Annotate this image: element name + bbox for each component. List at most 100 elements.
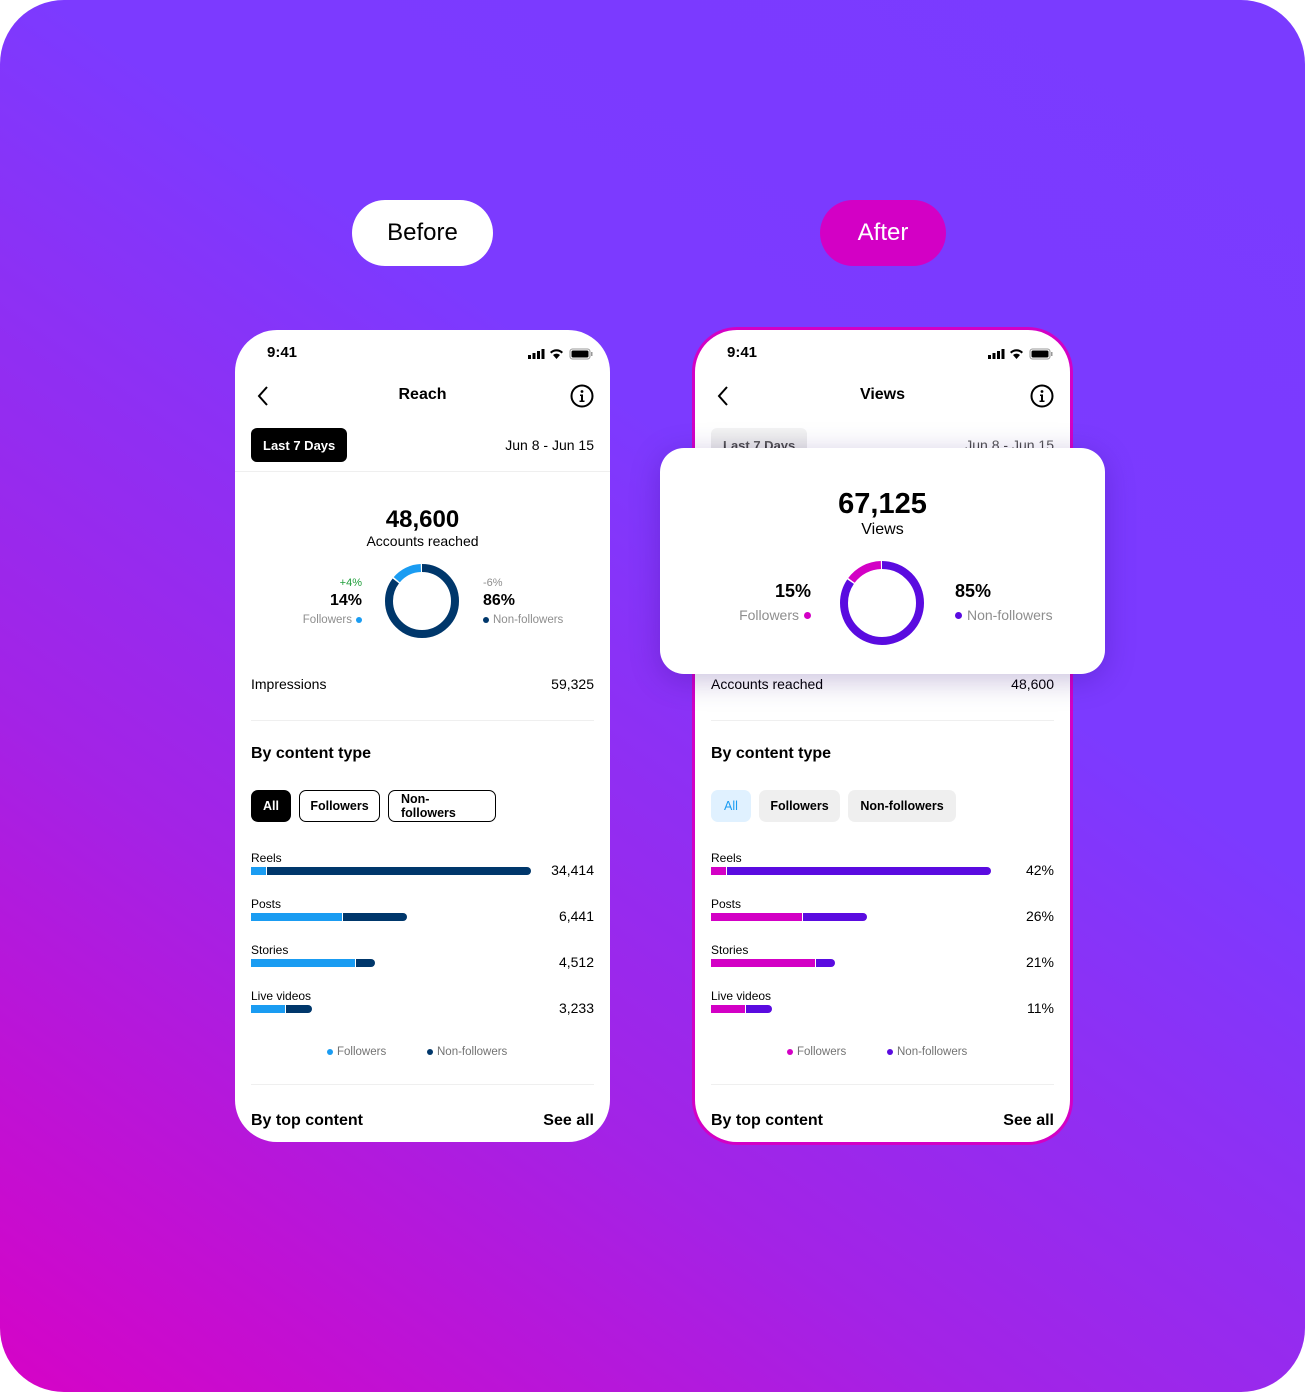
followers-dot [804,611,811,619]
info-icon[interactable] [570,384,594,413]
date-range-chip[interactable]: Last 7 Days [251,428,348,462]
stat-label: Impressions [251,676,327,692]
followers-label: Followers [739,607,799,623]
filter-tab-all[interactable]: All [711,790,751,822]
divider [711,1084,1054,1085]
legend-followers: Followers [327,1046,386,1058]
content-type-bar [251,1005,313,1013]
filter-tab-followers[interactable]: Followers [759,790,840,822]
content-type-label: Live videos [711,989,772,1003]
bar-segment-nonfollowers [816,959,836,967]
views-donut-chart [836,557,928,654]
content-type-bar [711,913,867,921]
content-type-bar [711,1005,773,1013]
legend-dot-nonfollowers [427,1049,433,1055]
nonfollowers-legend: Non-followers [483,614,563,626]
views-total: 67,125 [838,488,927,520]
nonfollowers-dot [483,617,489,623]
content-type-label: Reels [711,851,742,865]
legend-nonfollowers: Non-followers [887,1046,967,1058]
filter-tab-all[interactable]: All [251,790,291,822]
content-type-label: Reels [251,851,282,865]
bar-segment-nonfollowers [745,1005,773,1013]
followers-pct: 15% [774,581,811,601]
bar-segment-followers [711,913,804,921]
legend-dot-followers [787,1049,793,1055]
content-type-label: Posts [711,897,742,911]
legend-dot-followers [327,1049,333,1055]
stat-row: Accounts reached 48,600 [711,676,1054,692]
nonfollowers-pct: 86% [483,592,516,609]
legend-label: Non-followers [437,1046,508,1058]
filter-tab-followers[interactable]: Followers [299,790,380,822]
see-all-link[interactable]: See all [543,1112,594,1130]
bar-segment-nonfollowers [803,913,867,921]
content-type-bar [711,959,836,967]
divider [711,720,1054,721]
followers-change: +4% [339,577,362,589]
content-type-value: 11% [1027,1000,1054,1016]
content-type-value: 42% [1025,862,1054,878]
content-type-value: 26% [1025,908,1054,924]
followers-legend: Followers [303,614,362,626]
content-type-label: Live videos [251,989,312,1003]
followers-label: Followers [302,614,352,626]
filter-tab-non-followers[interactable]: Non-followers [848,790,956,822]
before-label: Before [352,200,493,266]
section-title: By content type [711,745,832,762]
nonfollowers-dot [955,611,962,619]
status-icons [528,347,594,365]
divider [251,1084,594,1085]
nonfollowers-change: -6% [483,577,503,589]
total-label: Accounts reached [366,533,479,549]
stat-row: Impressions 59,325 [251,676,594,692]
footer-title: By top content [711,1112,823,1129]
content-type-label: Stories [711,943,749,957]
legend-nonfollowers: Non-followers [427,1046,507,1058]
bar-segment-nonfollowers [343,913,407,921]
legend-label: Followers [337,1046,387,1058]
followers-pct: 14% [329,592,362,609]
info-icon[interactable] [1030,384,1054,413]
status-time: 9:41 [267,344,298,361]
followers-legend: Followers [739,607,811,623]
after-label: After [820,200,946,266]
status-icons [988,347,1054,365]
content-type-label: Stories [251,943,289,957]
bar-segment-followers [251,959,357,967]
content-type-value: 34,414 [551,862,594,878]
reach-donut-chart [381,560,463,647]
legend-label: Followers [797,1046,847,1058]
section-title: By content type [251,745,372,762]
date-range: Jun 8 - Jun 15 [505,437,594,453]
bar-segment-followers [251,867,267,875]
page-title: Reach [398,386,447,403]
footer-title: By top content [251,1112,363,1129]
content-type-label: Posts [251,897,282,911]
before-phone: 9:41 Reach Last 7 Days Jun 8 - Jun 15 48,600… [235,330,610,1142]
nonfollowers-pct: 85% [955,581,992,601]
bar-segment-nonfollowers [285,1005,313,1013]
content-type-value: 21% [1025,954,1054,970]
bar-segment-followers [711,959,817,967]
content-type-value: 3,233 [558,1000,594,1016]
status-time: 9:41 [727,344,758,361]
divider [251,720,594,721]
background: Before After 9:41 Reach Last 7 Days Jun 8 -… [0,0,1305,1392]
page-title: Views [859,386,906,403]
views-summary-card: 67,125 Views 15% Followers 85% Non-followers [660,448,1105,674]
stat-label: Accounts reached [711,676,824,692]
views-label: Views [861,521,904,538]
followers-dot [356,617,362,623]
filter-tab-non-followers[interactable]: Non-followers [388,790,496,822]
nonfollowers-label: Non-followers [493,614,564,626]
legend-dot-nonfollowers [887,1049,893,1055]
bar-segment-followers [711,1005,746,1013]
content-type-value: 4,512 [558,954,594,970]
legend-followers: Followers [787,1046,846,1058]
total-value: 48,600 [385,506,460,533]
see-all-link[interactable]: See all [1003,1112,1054,1130]
stat-value: 59,325 [551,676,594,692]
legend-label: Non-followers [897,1046,968,1058]
content-type-bar [711,867,991,875]
